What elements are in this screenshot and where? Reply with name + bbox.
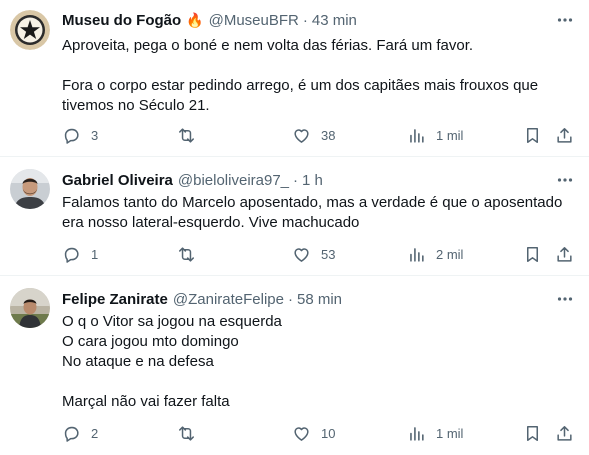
reply-count: 1 — [91, 246, 99, 262]
views-count: 1 mil — [436, 127, 464, 143]
views-button[interactable]: 1 mil — [407, 422, 463, 444]
reply-button[interactable]: 3 — [62, 124, 98, 146]
views-icon — [410, 247, 424, 262]
author-handle[interactable]: @ZanirateFelipe — [173, 291, 284, 308]
more-icon[interactable] — [555, 170, 575, 190]
retweet-button[interactable] — [177, 422, 206, 444]
bookmark-button[interactable] — [523, 243, 542, 265]
text-line — [62, 372, 572, 392]
reply-icon — [64, 128, 79, 144]
bookmark-icon — [526, 127, 539, 143]
timestamp[interactable]: 43 min — [312, 12, 357, 29]
like-icon — [294, 247, 309, 262]
reply-icon — [64, 247, 79, 263]
tweet-text: Aproveita, pega o boné e nem volta das f… — [62, 36, 572, 116]
author-name[interactable]: Museu do Fogão — [62, 12, 181, 29]
avatar[interactable] — [10, 10, 50, 50]
action-bar: 1 53 2 mil — [0, 243, 589, 265]
text-line: Fora o corpo estar pedindo arrego, é um … — [62, 77, 539, 94]
text-line: era nosso lateral-esquerdo. Vive machuca… — [62, 214, 360, 231]
reply-feed: Museu do Fogão 🔥 @MuseuBFR · 43 min Apro… — [0, 0, 589, 455]
tweet-museu[interactable]: Museu do Fogão 🔥 @MuseuBFR · 43 min Apro… — [0, 0, 589, 156]
tweet-felipe[interactable]: Felipe Zanirate @ZanirateFelipe · 58 min… — [0, 276, 589, 455]
share-button[interactable] — [555, 243, 574, 265]
fire-emoji: 🔥 — [186, 11, 204, 28]
text-line: O cara jogou mto domingo — [62, 333, 239, 350]
retweet-icon — [179, 127, 194, 143]
views-icon — [410, 128, 424, 143]
text-line: Marçal não vai fazer falta — [62, 393, 230, 410]
bookmark-icon — [526, 246, 539, 262]
bookmark-button[interactable] — [523, 124, 542, 146]
retweet-icon — [179, 425, 194, 441]
like-button[interactable]: 53 — [292, 243, 335, 265]
views-count: 1 mil — [436, 425, 464, 441]
timestamp[interactable]: 1 h — [302, 172, 323, 189]
avatar[interactable] — [10, 288, 50, 328]
author-name[interactable]: Felipe Zanirate — [62, 291, 168, 308]
tweet-text: O q o Vitor sa jogou na esquerda O cara … — [62, 312, 572, 412]
reply-button[interactable]: 1 — [62, 243, 98, 265]
more-icon[interactable] — [555, 289, 575, 309]
retweet-button[interactable] — [177, 243, 206, 265]
separator-dot: · — [287, 290, 293, 308]
share-icon — [557, 127, 572, 143]
tweet-header: Museu do Fogão 🔥 @MuseuBFR · 43 min — [62, 10, 357, 30]
text-line: tivemos no Século 21. — [62, 97, 210, 114]
views-button[interactable]: 1 mil — [407, 124, 463, 146]
tweet-text: Falamos tanto do Marcelo aposentado, mas… — [62, 193, 572, 233]
views-icon — [410, 426, 424, 441]
bookmark-icon — [526, 425, 539, 441]
like-button[interactable]: 10 — [292, 422, 335, 444]
text-line: Aproveita, pega o boné e nem volta das f… — [62, 37, 474, 54]
tweet-header: Gabriel Oliveira @bieloliveira97_ · 1 h — [62, 170, 323, 190]
share-icon — [557, 425, 572, 441]
like-button[interactable]: 38 — [292, 124, 335, 146]
retweet-icon — [179, 246, 194, 262]
like-count: 53 — [321, 246, 336, 262]
bookmark-button[interactable] — [523, 422, 542, 444]
action-bar: 3 38 1 mil — [0, 124, 589, 146]
separator-dot: · — [293, 171, 299, 189]
reply-icon — [64, 426, 79, 442]
text-line: Falamos tanto do Marcelo aposentado, mas… — [62, 194, 563, 211]
retweet-button[interactable] — [177, 124, 206, 146]
tweet-gabriel[interactable]: Gabriel Oliveira @bieloliveira97_ · 1 h … — [0, 157, 589, 275]
text-line: No ataque e na defesa — [62, 353, 214, 370]
text-line — [62, 56, 572, 76]
share-button[interactable] — [555, 124, 574, 146]
author-name[interactable]: Gabriel Oliveira — [62, 172, 173, 189]
like-icon — [294, 128, 309, 143]
like-count: 10 — [321, 425, 336, 441]
views-count: 2 mil — [436, 246, 464, 262]
action-bar: 2 10 1 mil — [0, 422, 589, 444]
timestamp[interactable]: 58 min — [297, 291, 342, 308]
separator-dot: · — [302, 11, 308, 29]
text-line: O q o Vitor sa jogou na esquerda — [62, 313, 282, 330]
views-button[interactable]: 2 mil — [407, 243, 463, 265]
avatar[interactable] — [10, 169, 50, 209]
like-icon — [294, 426, 309, 441]
tweet-header: Felipe Zanirate @ZanirateFelipe · 58 min — [62, 289, 342, 309]
share-button[interactable] — [555, 422, 574, 444]
reply-button[interactable]: 2 — [62, 422, 98, 444]
reply-count: 2 — [91, 425, 99, 441]
share-icon — [557, 246, 572, 262]
more-icon[interactable] — [555, 10, 575, 30]
reply-count: 3 — [91, 127, 99, 143]
author-handle[interactable]: @bieloliveira97_ — [178, 172, 289, 189]
author-handle[interactable]: @MuseuBFR — [209, 12, 299, 29]
like-count: 38 — [321, 127, 336, 143]
